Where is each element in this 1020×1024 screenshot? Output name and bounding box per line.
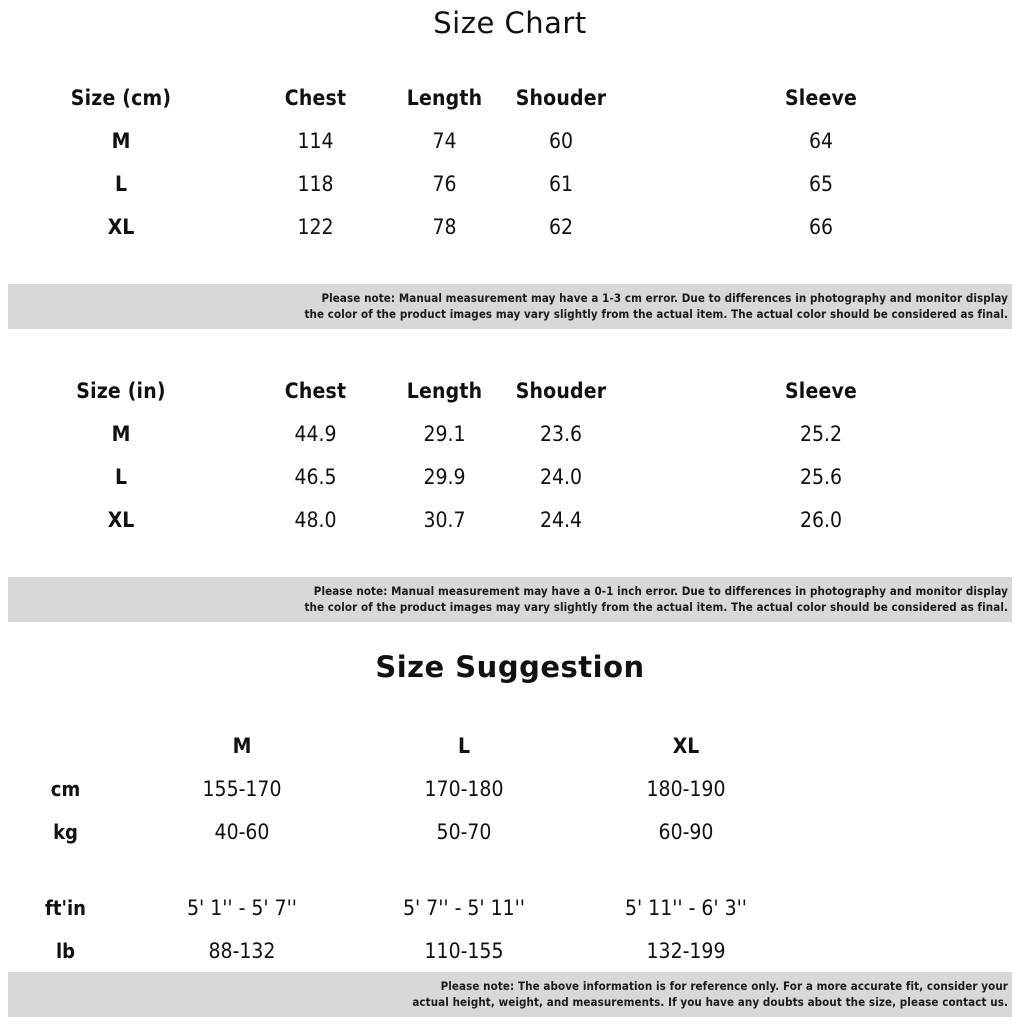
suggestion-cm-l: 170-180 bbox=[424, 776, 504, 801]
cell-chest-in-m: 44.9 bbox=[294, 421, 337, 446]
suggestion-cm-xl: 180-190 bbox=[646, 776, 726, 801]
suggestion-lb-m: 88-132 bbox=[208, 938, 276, 963]
measurements-table-cm: Size (cm) Chest Length Shouder Sleeve M … bbox=[0, 76, 1020, 248]
cell-length-in-m: 29.1 bbox=[423, 421, 466, 446]
cell-chest-cm-xl: 122 bbox=[297, 214, 334, 239]
table-header-row: Size (cm) Chest Length Shouder Sleeve bbox=[0, 76, 1020, 119]
cell-sleeve-in-xl: 26.0 bbox=[799, 507, 843, 532]
column-header-sleeve-cm: Sleeve bbox=[784, 85, 858, 110]
column-header-length-cm: Length bbox=[406, 85, 483, 110]
disclaimer-in-line-2: the color of the product images may vary… bbox=[304, 600, 1008, 614]
suggestion-kg-m: 40-60 bbox=[214, 819, 270, 844]
cell-length-cm-xl: 78 bbox=[432, 214, 457, 239]
suggestion-lb-xl: 132-199 bbox=[646, 938, 726, 963]
disclaimer-in-line-1: Please note: Manual measurement may have… bbox=[313, 584, 1008, 598]
table-row: ft'in 5' 1'' - 5' 7'' 5' 7'' - 5' 11'' 5… bbox=[0, 886, 1020, 929]
cell-shoulder-in-m: 23.6 bbox=[539, 421, 583, 446]
cell-size-cm-xl: XL bbox=[107, 214, 135, 239]
suggestion-unit-lb: lb bbox=[55, 938, 76, 963]
suggestion-row-spacer bbox=[797, 767, 1020, 810]
size-chart-page: Size Chart Size (cm) Chest Length Shoude… bbox=[0, 0, 1020, 1024]
cell-chest-cm-m: 114 bbox=[297, 128, 334, 153]
cell-sleeve-cm-m: 64 bbox=[808, 128, 834, 153]
suggestion-kg-xl: 60-90 bbox=[658, 819, 714, 844]
spacer-cell bbox=[131, 853, 353, 886]
table-row: XL 48.0 30.7 24.4 26.0 bbox=[0, 498, 1020, 541]
spacer-cell bbox=[0, 853, 131, 886]
suggestion-kg-l: 50-70 bbox=[436, 819, 492, 844]
column-header-sleeve-in: Sleeve bbox=[784, 378, 858, 403]
cell-chest-in-l: 46.5 bbox=[294, 464, 337, 489]
cell-length-in-xl: 30.7 bbox=[423, 507, 466, 532]
cell-length-cm-l: 76 bbox=[432, 171, 457, 196]
suggestion-unit-ftin: ft'in bbox=[45, 895, 86, 920]
cell-sleeve-cm-l: 65 bbox=[808, 171, 834, 196]
cell-shoulder-cm-l: 61 bbox=[548, 171, 574, 196]
suggestion-row-spacer bbox=[797, 929, 1020, 972]
table-row: cm 155-170 170-180 180-190 bbox=[0, 767, 1020, 810]
disclaimer-cm-line-1: Please note: Manual measurement may have… bbox=[321, 291, 1008, 305]
cell-sleeve-in-m: 25.2 bbox=[799, 421, 843, 446]
spacer-cell bbox=[797, 853, 1020, 886]
cell-shoulder-in-xl: 24.4 bbox=[539, 507, 583, 532]
cell-size-cm-m: M bbox=[111, 128, 131, 153]
table-header-row: M L XL bbox=[0, 724, 1020, 767]
suggestion-cm-m: 155-170 bbox=[202, 776, 282, 801]
cell-chest-in-xl: 48.0 bbox=[294, 507, 337, 532]
column-header-size-in: Size (in) bbox=[76, 378, 166, 403]
cell-sleeve-in-l: 25.6 bbox=[799, 464, 843, 489]
disclaimer-fit-line-2: actual height, weight, and measurements.… bbox=[412, 995, 1008, 1009]
cell-size-in-m: M bbox=[111, 421, 131, 446]
column-header-chest-cm: Chest bbox=[284, 85, 347, 110]
suggestion-row-spacer bbox=[797, 810, 1020, 853]
suggestion-ftin-l: 5' 7'' - 5' 11'' bbox=[402, 895, 526, 920]
suggestion-unit-header-blank bbox=[0, 724, 131, 767]
suggestion-lb-l: 110-155 bbox=[424, 938, 504, 963]
column-header-length-in: Length bbox=[406, 378, 483, 403]
table-row: L 46.5 29.9 24.0 25.6 bbox=[0, 455, 1020, 498]
size-chart-title: Size Chart bbox=[433, 6, 587, 40]
disclaimer-fit-line-1: Please note: The above information is fo… bbox=[440, 979, 1008, 993]
cell-length-in-l: 29.9 bbox=[423, 464, 466, 489]
table-row: lb 88-132 110-155 132-199 bbox=[0, 929, 1020, 972]
cell-length-cm-m: 74 bbox=[432, 128, 457, 153]
cell-shoulder-in-l: 24.0 bbox=[539, 464, 583, 489]
size-suggestion-table: M L XL cm 155-170 170-180 180-190 kg 40-… bbox=[0, 724, 1020, 972]
column-header-chest-in: Chest bbox=[284, 378, 347, 403]
suggestion-unit-cm: cm bbox=[50, 776, 81, 801]
column-header-size-cm: Size (cm) bbox=[70, 85, 172, 110]
size-suggestion-title: Size Suggestion bbox=[375, 650, 645, 684]
suggestion-ftin-xl: 5' 11'' - 6' 3'' bbox=[624, 895, 748, 920]
table-row: M 114 74 60 64 bbox=[0, 119, 1020, 162]
cell-sleeve-cm-xl: 66 bbox=[808, 214, 834, 239]
suggestion-header-spacer bbox=[797, 724, 1020, 767]
table-row: kg 40-60 50-70 60-90 bbox=[0, 810, 1020, 853]
spacer-cell bbox=[575, 853, 797, 886]
table-row: M 44.9 29.1 23.6 25.2 bbox=[0, 412, 1020, 455]
cell-size-in-xl: XL bbox=[107, 507, 135, 532]
suggestion-size-header-l: L bbox=[457, 733, 471, 758]
suggestion-ftin-m: 5' 1'' - 5' 7'' bbox=[186, 895, 297, 920]
disclaimer-band-fit: Please note: The above information is fo… bbox=[8, 972, 1012, 1017]
cell-shoulder-cm-xl: 62 bbox=[548, 214, 574, 239]
suggestion-unit-kg: kg bbox=[53, 819, 78, 844]
disclaimer-cm-line-2: the color of the product images may vary… bbox=[304, 307, 1008, 321]
spacer-cell bbox=[353, 853, 575, 886]
cell-size-cm-l: L bbox=[114, 171, 128, 196]
disclaimer-band-in: Please note: Manual measurement may have… bbox=[8, 577, 1012, 622]
disclaimer-band-cm: Please note: Manual measurement may have… bbox=[8, 284, 1012, 329]
cell-shoulder-cm-m: 60 bbox=[548, 128, 574, 153]
suggestion-size-header-m: M bbox=[232, 733, 252, 758]
cell-chest-cm-l: 118 bbox=[297, 171, 334, 196]
suggestion-size-header-xl: XL bbox=[672, 733, 700, 758]
table-spacer-row bbox=[0, 853, 1020, 886]
table-row: L 118 76 61 65 bbox=[0, 162, 1020, 205]
column-header-shoulder-cm: Shouder bbox=[515, 85, 607, 110]
column-header-shoulder-in: Shouder bbox=[515, 378, 607, 403]
table-header-row: Size (in) Chest Length Shouder Sleeve bbox=[0, 369, 1020, 412]
measurements-table-in: Size (in) Chest Length Shouder Sleeve M … bbox=[0, 369, 1020, 541]
cell-size-in-l: L bbox=[114, 464, 128, 489]
suggestion-row-spacer bbox=[797, 886, 1020, 929]
table-row: XL 122 78 62 66 bbox=[0, 205, 1020, 248]
